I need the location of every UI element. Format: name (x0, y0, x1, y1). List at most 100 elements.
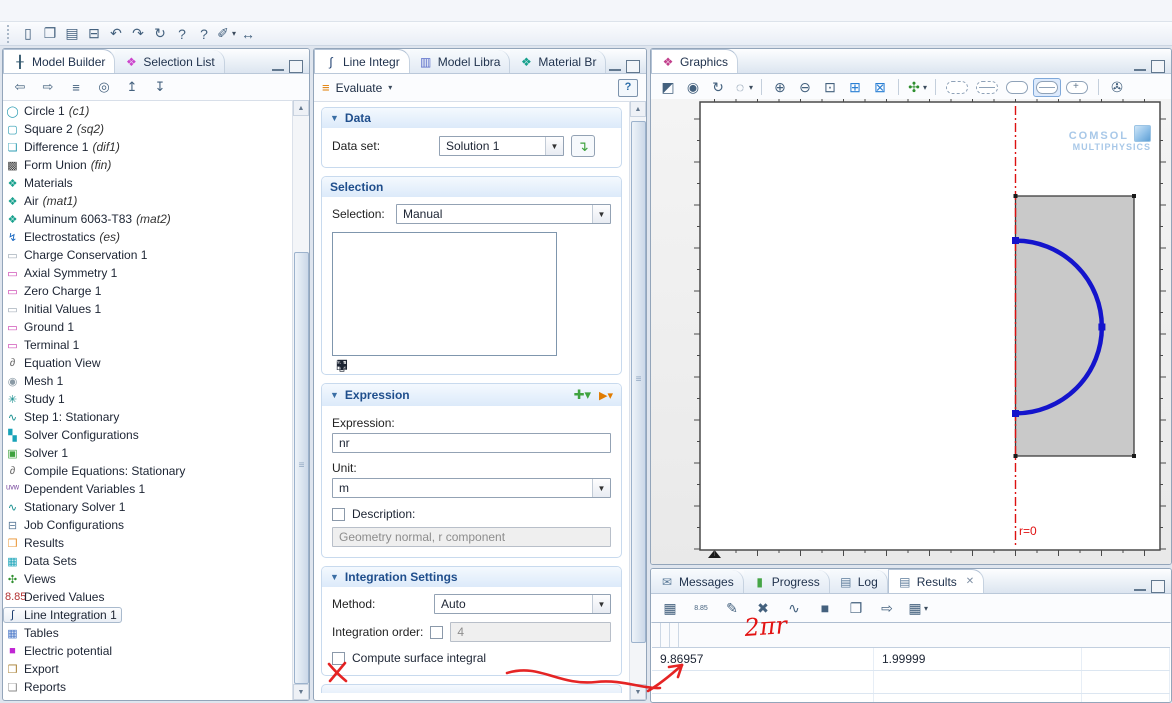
menu-help[interactable] (90, 9, 108, 13)
tree-item-solver1[interactable]: ▣ Solver 1 (3, 444, 293, 462)
compute-surface-integral-checkbox[interactable] (332, 652, 345, 665)
table-display-icon[interactable]: ▦ ▾ (907, 598, 929, 618)
tree-item-results[interactable]: ❒ Results (3, 534, 293, 552)
move-down-icon[interactable]: ↧ (149, 77, 171, 97)
tree-item-stationary-solver[interactable]: ∿ Stationary Solver 1 (3, 498, 293, 516)
tab-log[interactable]: ▤ Log (830, 570, 888, 593)
tree-item-compile-equations[interactable]: ∂ Compile Equations: Stationary (3, 462, 293, 480)
tab-selection-list[interactable]: ❖ Selection List (115, 50, 224, 73)
scroll-down-icon[interactable]: ▼ (630, 684, 646, 700)
selection-select[interactable]: Manual ▼ (396, 204, 611, 224)
selection-listbox[interactable] (332, 232, 557, 356)
select-boundary-mode[interactable] (1033, 78, 1061, 97)
tab-messages[interactable]: ✉ Messages (651, 570, 744, 593)
visibility-icon[interactable]: ◉ ▾ (682, 77, 704, 97)
deselect-mode[interactable] (973, 78, 1001, 97)
tree-item-tables[interactable]: ▦ Tables (3, 624, 293, 642)
paint-brush-icon[interactable]: ✐ ▾ (215, 24, 237, 44)
expression-input[interactable]: nr (332, 433, 611, 453)
menu-file[interactable] (10, 9, 28, 13)
menu-view[interactable] (50, 9, 68, 13)
context-help-icon[interactable]: ? (618, 79, 638, 97)
tree-item-derived-values[interactable]: 8.85 Derived Values (3, 588, 293, 606)
tree-item-study1[interactable]: ✳ Study 1 (3, 390, 293, 408)
sep2[interactable]: ▾ (894, 79, 903, 95)
select-add-mode[interactable] (1063, 78, 1091, 97)
dataset-select[interactable]: Solution 1 ▼ (439, 136, 564, 156)
scroll-down-icon[interactable]: ▼ (293, 684, 309, 700)
tree-item-air[interactable]: ❖ Air (mat1) (3, 192, 293, 210)
update-solution-icon[interactable]: ↻ ▾ (149, 24, 171, 44)
tree-item-export[interactable]: ❒ Export (3, 660, 293, 678)
minimize-icon[interactable] (609, 60, 621, 71)
forward-icon[interactable]: ⇨ (37, 77, 59, 97)
tree-item-dependent-variables[interactable]: ᵘᵛʷ Dependent Variables 1 (3, 480, 293, 498)
tab-results[interactable]: ▤ Results ✕ (888, 569, 984, 593)
color-table-icon[interactable]: ■ ▾ (814, 598, 836, 618)
minimize-icon[interactable] (1134, 580, 1146, 591)
tree-item-line-integration1[interactable]: ∫ Line Integration 1 (3, 606, 293, 624)
unit-select[interactable]: m ▼ (332, 478, 611, 498)
menu-options[interactable] (70, 9, 88, 13)
tab-model-builder[interactable]: ╂ Model Builder (3, 49, 115, 73)
add-expression-icon[interactable]: ✚▾ (574, 387, 591, 403)
maximize-icon[interactable] (1151, 60, 1165, 73)
description-checkbox[interactable] (332, 508, 345, 521)
tree-item-equation-view[interactable]: ∂ Equation View (3, 354, 293, 372)
print-icon[interactable]: ⊟ ▾ (83, 24, 105, 44)
move-up-icon[interactable]: ↥ (121, 77, 143, 97)
replace-expression-icon[interactable]: ▶▾ (599, 389, 613, 402)
table-row[interactable] (652, 671, 1170, 694)
table-row[interactable] (652, 694, 1170, 703)
geometry-rectangle[interactable] (1016, 196, 1135, 456)
sep3[interactable]: ▾ (931, 79, 940, 95)
menu-edit[interactable] (30, 9, 48, 13)
tree-scrollbar[interactable]: ▲ ▼ (292, 100, 309, 700)
export-table-icon[interactable]: ⇨ ▾ (876, 598, 898, 618)
collapse-all-icon[interactable]: ≡ (65, 77, 87, 97)
tree-item-mesh1[interactable]: ◉ Mesh 1 (3, 372, 293, 390)
tab-graphics[interactable]: ❖ Graphics (651, 49, 738, 73)
default-view-icon[interactable]: ✣ ▾ (906, 77, 928, 97)
scroll-up-icon[interactable]: ▲ (293, 100, 309, 116)
maximize-icon[interactable] (289, 60, 303, 73)
tree-item-aluminum[interactable]: ❖ Aluminum 6063-T83 (mat2) (3, 210, 293, 228)
tree-item-square2[interactable]: ▢ Square 2 (sq2) (3, 120, 293, 138)
sep1[interactable]: ▾ (757, 79, 766, 95)
clear-table-icon[interactable]: ✎ ▾ (721, 598, 743, 618)
tree-item-data-sets[interactable]: ▦ Data Sets (3, 552, 293, 570)
tree-item-zero-charge[interactable]: ▭ Zero Charge 1 (3, 282, 293, 300)
scroll-thumb[interactable] (294, 252, 309, 684)
redo-icon[interactable]: ↷ ▾ (127, 24, 149, 44)
tree-item-terminal1[interactable]: ▭ Terminal 1 (3, 336, 293, 354)
evaluate-dropdown-icon[interactable]: ▾ (388, 83, 392, 92)
open-file-icon[interactable]: ❐ ▾ (39, 24, 61, 44)
scroll-thumb[interactable] (631, 121, 646, 643)
graphics-canvas[interactable]: r=0 COMSOL MULTIPHYSICS (651, 99, 1171, 564)
clear-selection-icon[interactable]: ✎ (332, 356, 352, 375)
save-icon[interactable]: ▤ ▾ (61, 24, 83, 44)
table-row[interactable]: 9.86957 1.99999 (652, 648, 1170, 671)
zoom-out-icon[interactable]: ⊖ ▾ (794, 77, 816, 97)
zoom-to-selection2-icon[interactable]: ⊠ ▾ (869, 77, 891, 97)
select-domain-mode[interactable] (943, 78, 971, 97)
scene-light-icon[interactable]: ◌ ▾ (732, 77, 754, 97)
tree-item-job-configurations[interactable]: ⊟ Job Configurations (3, 516, 293, 534)
minimize-icon[interactable] (1134, 60, 1146, 71)
tree-item-electric-potential[interactable]: ■ Electric potential (3, 642, 293, 660)
tree-item-difference1[interactable]: ❏ Difference 1 (dif1) (3, 138, 293, 156)
tree-item-initial-values[interactable]: ▭ Initial Values 1 (3, 300, 293, 318)
ruler-icon[interactable]: ↔ ▾ (237, 24, 259, 44)
tab-material-browser[interactable]: ❖ Material Br (510, 50, 606, 73)
tree-item-views[interactable]: ✣ Views (3, 570, 293, 588)
new-file-icon[interactable]: ▯ ▾ (17, 24, 39, 44)
snapshot-icon[interactable]: ✇ (1106, 77, 1128, 97)
tree-item-solver-configurations[interactable]: ▚ Solver Configurations (3, 426, 293, 444)
full-precision-icon[interactable]: 8.85 ▾ (690, 598, 712, 618)
settings-scrollbar[interactable]: ▲ ▼ (629, 101, 646, 700)
documentation-icon[interactable]: ? ▾ (193, 24, 215, 44)
tree-item-electrostatics[interactable]: ↯ Electrostatics (es) (3, 228, 293, 246)
zoom-box-icon[interactable]: ⊡ ▾ (819, 77, 841, 97)
evaluate-button[interactable]: Evaluate (336, 81, 383, 95)
refresh-dataset-icon[interactable]: ↴ (571, 135, 595, 157)
